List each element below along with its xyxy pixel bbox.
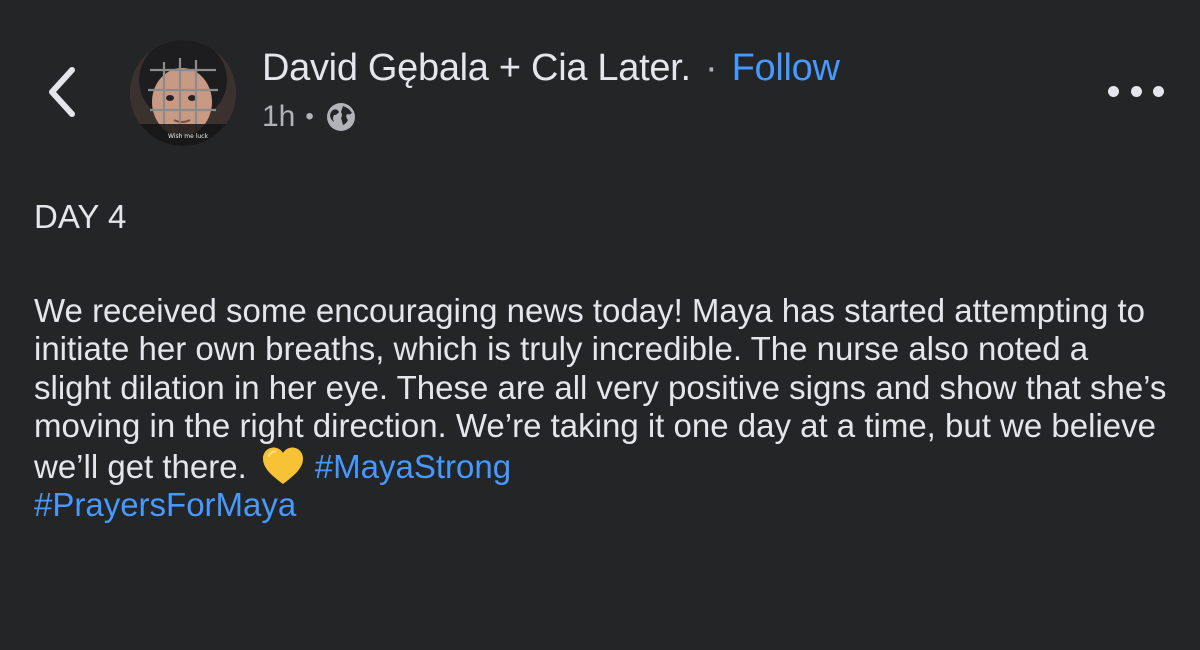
post-header: Wish me luck David Gębala + Cia Later. ·… <box>0 0 1200 160</box>
avatar-caption: Wish me luck <box>168 133 209 140</box>
separator-dot: · <box>704 47 718 89</box>
post-title: DAY 4 <box>34 198 127 235</box>
more-horizontal-icon-dot <box>1130 85 1142 97</box>
more-options-button[interactable] <box>1108 78 1164 104</box>
globe-icon <box>326 103 355 131</box>
avatar-image: Wish me luck <box>130 40 236 146</box>
avatar[interactable]: Wish me luck <box>130 40 236 146</box>
chevron-left-icon <box>49 67 75 117</box>
post-timestamp[interactable]: 1h <box>262 100 295 134</box>
author-name[interactable]: David Gębala + Cia Later. <box>262 47 691 89</box>
author-line: David Gębala + Cia Later. · Follow <box>262 46 840 90</box>
meta-separator: • <box>305 103 314 130</box>
more-horizontal-icon-dot <box>1153 85 1164 97</box>
hashtag-link[interactable]: #MayaStrong <box>315 448 511 485</box>
post-meta: 1h • <box>262 99 358 135</box>
more-horizontal-icon-dot <box>1108 85 1119 97</box>
back-button[interactable] <box>38 62 90 122</box>
follow-button[interactable]: Follow <box>732 47 840 89</box>
post-body: DAY 4 We received some encouraging news … <box>34 198 1174 525</box>
hashtag-link[interactable]: #PrayersForMaya <box>34 486 296 523</box>
post-text: We received some encouraging news today!… <box>34 291 1167 485</box>
yellow-heart-icon <box>262 447 303 484</box>
